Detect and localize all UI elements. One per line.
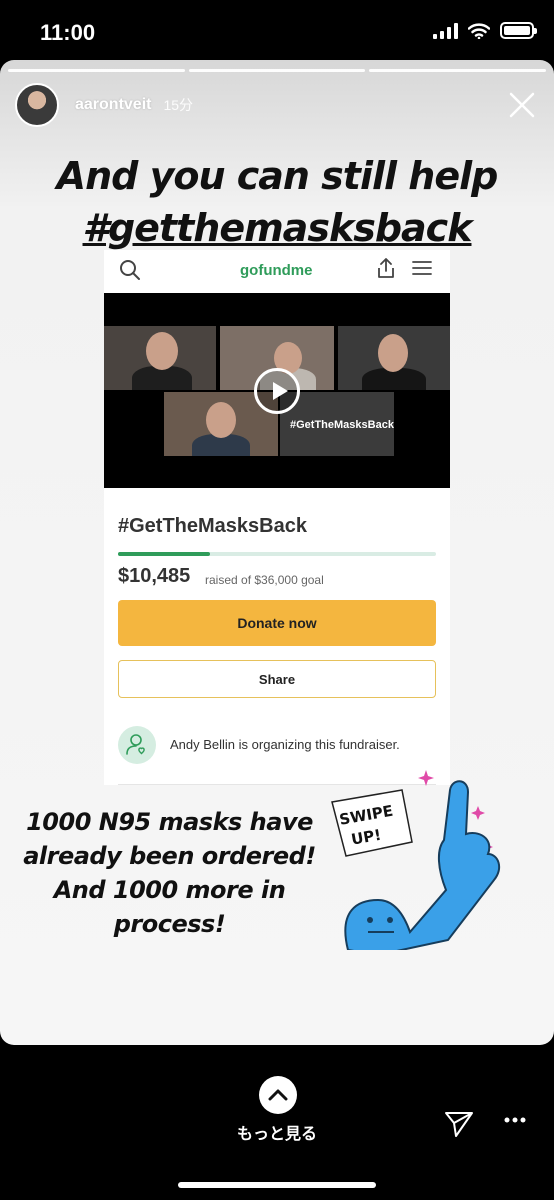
timestamp: 15分: [163, 97, 194, 113]
gofundme-embed[interactable]: gofundme #GetTheMasksBack #GetTheMasksBa…: [104, 250, 450, 785]
progress-segment: [8, 69, 185, 72]
signal-icon: [433, 22, 458, 39]
share-upload-icon[interactable]: [376, 257, 396, 279]
video-player[interactable]: #GetTheMasksBack: [104, 293, 450, 488]
story-card[interactable]: aarontveit 15分 And you can still help #g…: [0, 60, 554, 1045]
headline-hashtag: #getthemasksback: [82, 206, 473, 250]
avatar[interactable]: [15, 83, 59, 127]
funding-progress-bar: [118, 552, 436, 556]
search-icon[interactable]: [118, 258, 142, 282]
progress-segment: [369, 69, 547, 72]
status-bar: 11:00: [0, 0, 554, 62]
chevron-up-icon: [268, 1089, 288, 1101]
battery-icon: [500, 22, 537, 39]
funding-progress-fill: [118, 552, 211, 556]
see-more-button[interactable]: [259, 1076, 297, 1114]
story-progress: [8, 69, 547, 72]
menu-icon[interactable]: [412, 260, 432, 276]
play-icon[interactable]: [254, 368, 300, 414]
send-icon[interactable]: [444, 1110, 474, 1138]
raised-amount: $10,485: [118, 565, 191, 587]
donate-now-button[interactable]: Donate now: [118, 600, 436, 646]
video-frame-participant: [104, 326, 216, 390]
video-frame-participant: [338, 326, 450, 390]
story-header: aarontveit 15分: [15, 82, 539, 128]
campaign-title: #GetTheMasksBack: [118, 515, 307, 537]
more-icon[interactable]: [503, 1116, 527, 1124]
progress-segment: [188, 69, 366, 72]
username[interactable]: aarontveit: [75, 96, 151, 114]
story-body-text: 1000 N95 masks have already been ordered…: [23, 808, 316, 938]
share-button[interactable]: Share: [118, 660, 436, 698]
wifi-icon: [468, 23, 490, 39]
gofundme-logo[interactable]: gofundme: [240, 262, 313, 279]
status-time: 11:00: [40, 20, 96, 45]
headline: And you can still help #getthemasksback: [0, 150, 554, 254]
status-icons: [433, 22, 537, 39]
goal-text: raised of $36,000 goal: [205, 573, 324, 587]
close-icon[interactable]: [507, 90, 537, 120]
video-hashtag-label: #GetTheMasksBack: [290, 419, 394, 431]
headline-line: And you can still help: [56, 154, 499, 198]
organizer-icon: [118, 726, 156, 764]
swipe-up-sticker: SWIPE UP!: [331, 770, 501, 950]
gofundme-nav: gofundme: [104, 250, 450, 292]
home-indicator: [178, 1182, 376, 1188]
